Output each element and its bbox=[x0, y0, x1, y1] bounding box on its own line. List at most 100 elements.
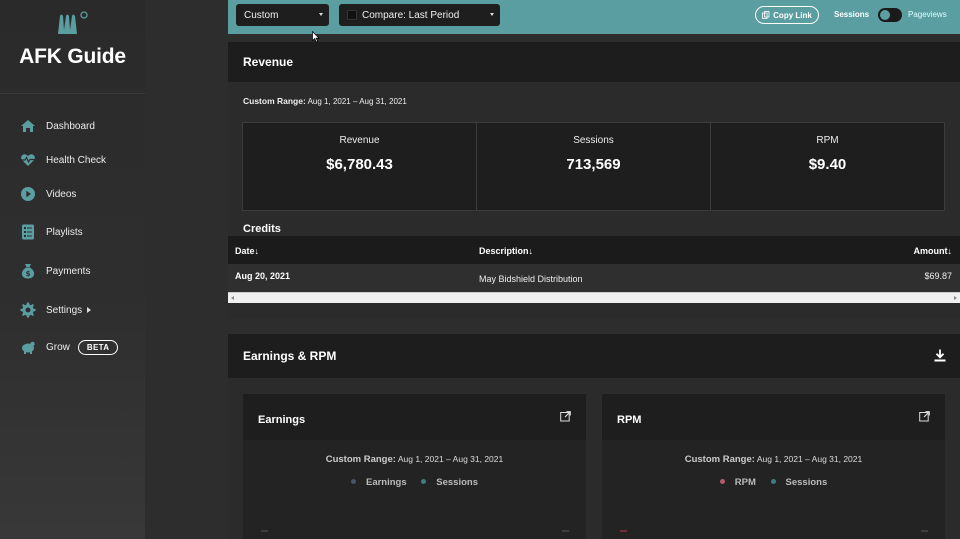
heart-pulse-icon bbox=[21, 154, 35, 166]
sidebar-item-label: Health Check bbox=[46, 154, 107, 166]
card-header: Earnings bbox=[243, 394, 586, 440]
legend-item[interactable]: Earnings bbox=[350, 477, 407, 488]
axis-tick bbox=[921, 530, 928, 532]
sidebar-item-label: Playlists bbox=[46, 226, 83, 238]
legend-dot bbox=[719, 478, 725, 484]
stat-value: $6,780.43 bbox=[326, 156, 393, 173]
legend-label: RPM bbox=[734, 477, 756, 488]
copy-icon bbox=[762, 11, 770, 19]
sidebar-item-label: Payments bbox=[46, 265, 91, 277]
credits-title: Credits bbox=[243, 223, 281, 235]
stat-value: $9.40 bbox=[808, 156, 847, 173]
range-label: Custom Range: bbox=[325, 454, 396, 465]
sidebar-item-playlists[interactable]: Playlists bbox=[20, 224, 83, 240]
chart-legend: Earnings Sessions bbox=[243, 477, 586, 488]
toggle-knob bbox=[880, 10, 890, 20]
toggle-label-sessions: Sessions bbox=[834, 10, 870, 19]
axis-tick bbox=[261, 530, 268, 532]
sidebar-item-health-check[interactable]: Health Check bbox=[20, 152, 106, 168]
legend-label: Earnings bbox=[365, 477, 407, 488]
piggy-bank-icon bbox=[22, 341, 35, 354]
stat-label: Revenue bbox=[339, 135, 380, 146]
horizontal-scrollbar[interactable] bbox=[228, 292, 960, 303]
beta-badge: BETA bbox=[77, 339, 119, 355]
range-label: Custom Range: bbox=[243, 96, 306, 106]
revenue-date-range: Custom Range: Aug 1, 2021 – Aug 31, 2021 bbox=[243, 96, 407, 106]
rpm-chart-card: RPM Custom Range: Aug 1, 2021 – Aug 31, … bbox=[602, 394, 945, 539]
copy-link-button[interactable]: Copy Link bbox=[755, 6, 819, 24]
range-value: Aug 1, 2021 – Aug 31, 2021 bbox=[307, 97, 407, 106]
chevron-down-icon bbox=[319, 13, 323, 16]
table-row: Aug 20, 2021 May Bidshield Distribution … bbox=[228, 264, 960, 292]
sidebar-item-label: Videos bbox=[46, 188, 77, 200]
scroll-left-icon[interactable] bbox=[231, 296, 234, 300]
copy-link-label: Copy Link bbox=[773, 10, 812, 20]
download-icon[interactable] bbox=[934, 349, 946, 362]
gear-icon bbox=[20, 302, 36, 318]
sidebar: AFK Guide Dashboard Health Check Videos … bbox=[0, 0, 145, 539]
stat-label: Sessions bbox=[573, 135, 614, 146]
range-label: Custom Range: bbox=[684, 454, 755, 465]
card-title: RPM bbox=[617, 414, 642, 426]
card-title: Earnings bbox=[258, 414, 306, 426]
range-value: Aug 1, 2021 – Aug 31, 2021 bbox=[756, 454, 863, 464]
stat-sessions: Sessions 713,569 bbox=[477, 123, 711, 210]
logo-icon[interactable] bbox=[56, 10, 90, 36]
column-header-date[interactable]: Date↓ bbox=[235, 246, 259, 256]
play-circle-icon bbox=[21, 187, 35, 201]
revenue-stats: Revenue $6,780.43 Sessions 713,569 RPM $… bbox=[242, 122, 945, 211]
cell-amount: $69.87 bbox=[924, 271, 952, 281]
chevron-down-icon bbox=[490, 13, 494, 16]
cell-date: Aug 20, 2021 bbox=[235, 271, 291, 281]
logo-area: AFK Guide bbox=[0, 10, 145, 94]
date-range-select[interactable]: Custom bbox=[236, 4, 329, 26]
column-header-description[interactable]: Description↓ bbox=[479, 246, 533, 256]
sidebar-item-videos[interactable]: Videos bbox=[20, 186, 76, 202]
sessions-pageviews-toggle[interactable] bbox=[878, 8, 902, 22]
sidebar-item-payments[interactable]: $ Payments bbox=[20, 263, 90, 279]
stat-rpm: RPM $9.40 bbox=[711, 123, 944, 210]
column-header-amount[interactable]: Amount↓ bbox=[914, 246, 953, 256]
chevron-right-icon bbox=[87, 307, 92, 313]
stat-value: 713,569 bbox=[566, 156, 621, 173]
card-header: RPM bbox=[602, 394, 945, 440]
external-link-icon[interactable] bbox=[919, 411, 930, 422]
axis-tick bbox=[562, 530, 569, 532]
svg-text:$: $ bbox=[26, 270, 31, 278]
axis-tick bbox=[620, 530, 627, 532]
compare-color-swatch bbox=[347, 10, 357, 20]
sidebar-item-label: Dashboard bbox=[46, 120, 95, 132]
legend-item[interactable]: Sessions bbox=[421, 477, 478, 488]
scroll-right-icon[interactable] bbox=[954, 296, 957, 300]
legend-dot bbox=[770, 478, 776, 484]
earnings-rpm-panel: Earnings & RPM Earnings Custom Range: Au… bbox=[228, 334, 960, 539]
legend-item[interactable]: Sessions bbox=[770, 477, 828, 488]
top-bar: Custom Compare: Last Period Copy Link Se… bbox=[228, 0, 960, 34]
range-value: Aug 1, 2021 – Aug 31, 2021 bbox=[397, 454, 504, 464]
date-range-value: Custom bbox=[244, 9, 279, 21]
sidebar-item-dashboard[interactable]: Dashboard bbox=[20, 118, 95, 134]
toggle-label-pageviews: Pageviews bbox=[908, 10, 947, 19]
revenue-panel-header: Revenue bbox=[228, 42, 960, 82]
compare-select[interactable]: Compare: Last Period bbox=[339, 4, 500, 26]
external-link-icon[interactable] bbox=[560, 411, 571, 422]
revenue-panel: Revenue Custom Range: Aug 1, 2021 – Aug … bbox=[228, 42, 960, 319]
earnings-rpm-header: Earnings & RPM bbox=[228, 334, 960, 378]
brand-name: AFK Guide bbox=[19, 45, 126, 68]
home-icon bbox=[21, 120, 35, 132]
panel-title: Earnings & RPM bbox=[243, 349, 337, 363]
panel-title: Revenue bbox=[243, 55, 294, 69]
chart-legend: RPM Sessions bbox=[602, 477, 945, 488]
sidebar-item-grow[interactable]: Grow BETA bbox=[20, 339, 119, 355]
compare-value: Compare: Last Period bbox=[362, 9, 460, 21]
list-icon bbox=[22, 224, 34, 240]
card-date-range: Custom Range: Aug 1, 2021 – Aug 31, 2021 bbox=[243, 454, 586, 465]
legend-label: Sessions bbox=[785, 477, 828, 488]
earnings-chart-card: Earnings Custom Range: Aug 1, 2021 – Aug… bbox=[243, 394, 586, 539]
sidebar-item-settings[interactable]: Settings bbox=[20, 302, 92, 318]
sidebar-item-label: Grow bbox=[46, 341, 70, 353]
legend-label: Sessions bbox=[436, 477, 478, 488]
credits-table-header: Date↓ Description↓ Amount↓ bbox=[228, 236, 960, 264]
legend-item[interactable]: RPM bbox=[719, 477, 756, 488]
cell-description: May Bidshield Distribution bbox=[479, 274, 583, 284]
